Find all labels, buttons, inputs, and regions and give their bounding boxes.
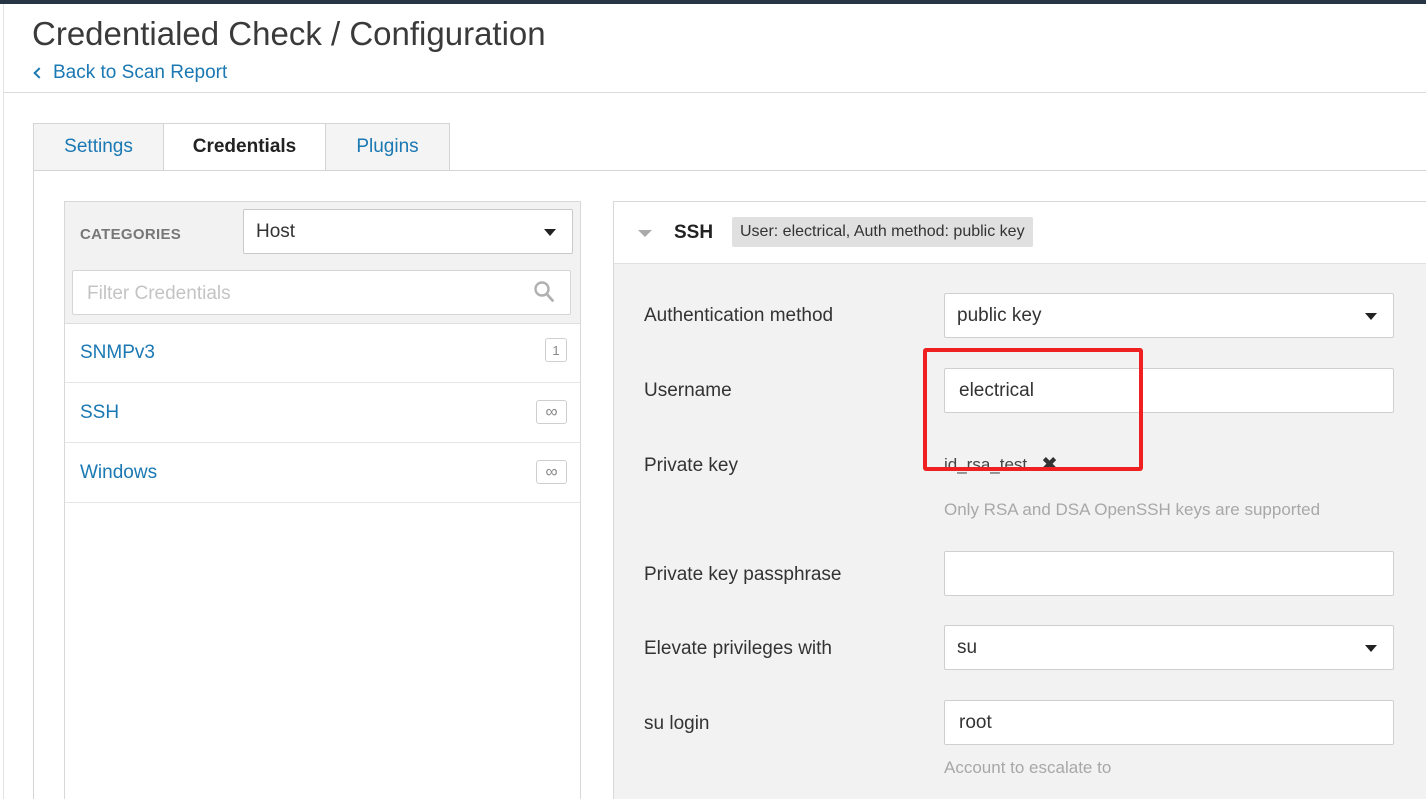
back-link-label: Back to Scan Report — [53, 62, 228, 83]
list-item-ssh[interactable]: SSH ∞ — [65, 383, 580, 443]
auth-method-select[interactable]: public key — [944, 293, 1394, 338]
su-login-input[interactable]: root — [944, 700, 1394, 745]
chevron-left-icon — [33, 67, 45, 79]
page-left-border — [3, 4, 4, 799]
list-item-label: SSH — [80, 402, 120, 423]
auth-method-value: public key — [957, 304, 1042, 326]
category-select[interactable]: Host — [243, 209, 573, 254]
categories-label: CATEGORIES — [80, 226, 182, 243]
private-key-label: Private key — [644, 455, 738, 476]
credential-type-list: SNMPv3 1 SSH ∞ Windows ∞ — [65, 323, 580, 503]
count-badge: ∞ — [536, 400, 567, 424]
auth-method-label: Authentication method — [644, 305, 834, 326]
caret-down-icon — [1365, 312, 1377, 320]
top-bar — [0, 0, 1426, 4]
filter-credentials-input[interactable] — [73, 271, 529, 316]
category-select-value: Host — [256, 220, 296, 242]
search-icon[interactable] — [534, 281, 554, 303]
su-login-label: su login — [644, 713, 710, 734]
ssh-credential-panel: SSH User: electrical, Auth method: publi… — [613, 201, 1426, 799]
elevate-privileges-label: Elevate privileges with — [644, 638, 832, 659]
caret-down-icon[interactable] — [638, 230, 652, 237]
ssh-summary-badge: User: electrical, Auth method: public ke… — [732, 217, 1033, 247]
username-label: Username — [644, 380, 732, 401]
back-to-scan-report-link[interactable]: Back to Scan Report — [33, 62, 227, 84]
passphrase-input[interactable] — [944, 551, 1394, 596]
su-login-help: Account to escalate to — [944, 758, 1112, 777]
list-item-label: SNMPv3 — [80, 342, 155, 363]
private-key-help: Only RSA and DSA OpenSSH keys are suppor… — [944, 500, 1321, 519]
tab-credentials[interactable]: Credentials — [163, 123, 326, 171]
tab-plugins[interactable]: Plugins — [325, 123, 450, 171]
header-divider — [4, 92, 1426, 93]
caret-down-icon — [544, 228, 556, 236]
caret-down-icon — [1365, 644, 1377, 652]
elevate-privileges-select[interactable]: su — [944, 625, 1394, 670]
list-item-snmpv3[interactable]: SNMPv3 1 — [65, 323, 580, 383]
annotation-highlight-box — [923, 348, 1143, 471]
count-badge: ∞ — [536, 460, 567, 484]
page-title: Credentialed Check / Configuration — [32, 15, 546, 52]
filter-credentials-field — [72, 270, 571, 316]
tab-bar: Settings Credentials Plugins — [33, 123, 450, 171]
list-item-label: Windows — [80, 462, 158, 483]
ssh-title: SSH — [674, 222, 714, 243]
passphrase-label: Private key passphrase — [644, 564, 842, 585]
categories-panel: CATEGORIES Host SNMPv3 1 SSH ∞ Windows ∞ — [64, 201, 581, 799]
elevate-privileges-value: su — [957, 636, 978, 658]
count-badge: 1 — [545, 338, 567, 362]
tab-settings[interactable]: Settings — [33, 123, 164, 171]
ssh-panel-header[interactable]: SSH User: electrical, Auth method: publi… — [614, 202, 1426, 264]
categories-header: CATEGORIES Host — [65, 202, 580, 324]
list-item-windows[interactable]: Windows ∞ — [65, 443, 580, 503]
